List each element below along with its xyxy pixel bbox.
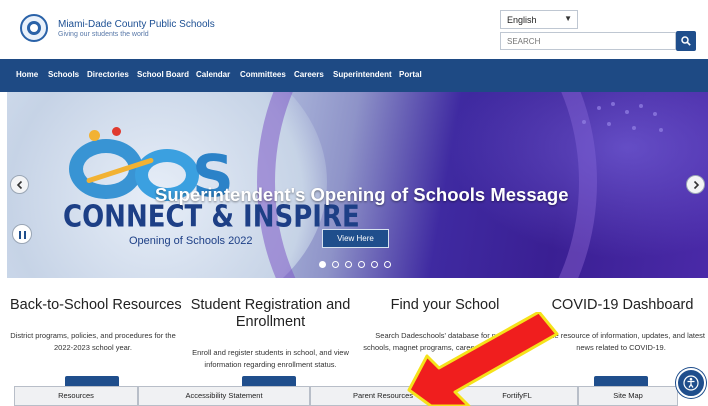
- card-title-covid[interactable]: COVID-19 Dashboard: [540, 297, 705, 313]
- search-button[interactable]: [676, 31, 696, 51]
- chevron-left-icon: [16, 180, 23, 190]
- main-nav: Home Schools Directories School Board Ca…: [0, 59, 708, 92]
- tab-site-map[interactable]: Site Map: [578, 386, 678, 406]
- annotation-arrow-icon: [407, 312, 559, 406]
- slide-indicator-3[interactable]: [345, 261, 352, 268]
- search-icon: [681, 36, 691, 46]
- nav-superintendent[interactable]: Superintendent: [333, 70, 392, 79]
- slide-indicator-2[interactable]: [332, 261, 339, 268]
- pause-icon: [19, 231, 21, 239]
- card-title-find-school[interactable]: Find your School: [365, 297, 525, 313]
- slide-indicator-1[interactable]: [319, 261, 326, 268]
- view-here-button[interactable]: View Here: [322, 229, 389, 248]
- chevron-right-icon: [693, 180, 700, 190]
- slide-indicator-6[interactable]: [384, 261, 391, 268]
- nav-schools[interactable]: Schools: [48, 70, 79, 79]
- accessibility-button[interactable]: [676, 368, 706, 398]
- accessibility-icon: [683, 375, 699, 391]
- footer-tab-bar: Resources Accessibility Statement Parent…: [14, 386, 678, 406]
- nav-committees[interactable]: Committees: [240, 70, 286, 79]
- slide-indicator-5[interactable]: [371, 261, 378, 268]
- nav-school-board[interactable]: School Board: [137, 70, 189, 79]
- carousel-pause-button[interactable]: [12, 224, 32, 244]
- nav-home[interactable]: Home: [16, 70, 38, 79]
- hero-headline: Superintendent's Opening of Schools Mess…: [155, 184, 569, 205]
- card-text-back-to-school: District programs, policies, and procedu…: [10, 331, 176, 352]
- hero-carousel: S CONNECT & INSPIRE Opening of Schools 2…: [7, 92, 708, 278]
- card-title-back-to-school[interactable]: Back-to-School Resources: [10, 297, 182, 313]
- carousel-next-button[interactable]: [686, 175, 705, 194]
- language-value: English: [507, 15, 537, 25]
- card-text-registration: Enroll and register students in school, …: [192, 348, 349, 369]
- chevron-down-icon: ▼: [564, 14, 572, 23]
- nav-portal[interactable]: Portal: [399, 70, 422, 79]
- tab-resources[interactable]: Resources: [14, 386, 138, 406]
- card-title-registration[interactable]: Student Registration and Enrollment: [183, 297, 358, 331]
- nav-calendar[interactable]: Calendar: [196, 70, 230, 79]
- tab-accessibility-statement[interactable]: Accessibility Statement: [138, 386, 310, 406]
- event-logo-subtitle: Opening of Schools 2022: [129, 235, 253, 247]
- page: Miami-Dade County Public Schools Giving …: [0, 0, 708, 406]
- carousel-prev-button[interactable]: [10, 175, 29, 194]
- district-logo[interactable]: [20, 14, 48, 42]
- slide-indicator-4[interactable]: [358, 261, 365, 268]
- brand-name[interactable]: Miami-Dade County Public Schools: [58, 19, 215, 30]
- nav-careers[interactable]: Careers: [294, 70, 324, 79]
- brand-tagline: Giving our students the world: [58, 31, 149, 38]
- nav-directories[interactable]: Directories: [87, 70, 129, 79]
- search-input[interactable]: [500, 32, 676, 50]
- language-select[interactable]: English ▼: [500, 10, 578, 29]
